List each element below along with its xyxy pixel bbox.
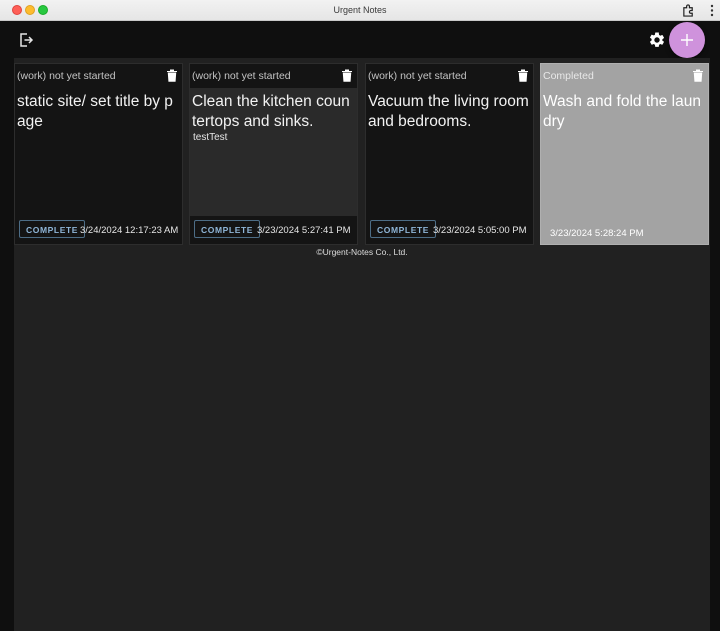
note-footer: 3/23/2024 5:28:24 PM [541,216,708,244]
note-status: (work) not yet started [192,70,291,82]
note-status: (work) not yet started [17,70,116,82]
window-titlebar: Urgent Notes [0,0,720,21]
note-header: (work) not yet started [366,64,533,88]
add-note-button[interactable] [669,22,705,58]
note-card[interactable]: (work) not yet started static site/ set … [14,63,183,245]
note-card[interactable]: (work) not yet started Clean the kitchen… [189,63,358,245]
note-body: Vacuum the living room and bedrooms. [366,88,533,217]
extension-icon[interactable] [682,4,695,17]
note-card[interactable]: (work) not yet started Vacuum the living… [365,63,534,245]
note-body: Clean the kitchen countertops and sinks.… [190,88,357,217]
note-date: 3/24/2024 12:17:23 AM [80,225,179,236]
note-title: static site/ set title by page [17,93,173,130]
note-status: Completed [543,70,594,82]
note-body: Wash and fold the laundry [541,88,708,217]
complete-button[interactable]: COMPLETE [194,220,261,238]
note-header: (work) not yet started [15,64,182,88]
copyright-text: ©Urgent-Notes Co., Ltd. [316,247,408,257]
note-card-completed[interactable]: Completed Wash and fold the laundry 3/23… [540,63,709,245]
window-title: Urgent Notes [333,5,387,15]
note-date: 3/23/2024 5:28:24 PM [550,228,644,239]
logout-icon[interactable] [18,32,34,48]
notes-board: (work) not yet started static site/ set … [14,58,710,631]
note-footer: COMPLETE 3/23/2024 5:27:41 PM [190,216,357,244]
app-toolbar [0,22,720,58]
note-title: Clean the kitchen countertops and sinks. [192,93,350,130]
note-description: testTest [193,132,228,143]
note-date: 3/23/2024 5:05:00 PM [433,225,527,236]
trash-icon[interactable] [166,69,178,82]
trash-icon[interactable] [517,69,529,82]
note-status: (work) not yet started [368,70,467,82]
gear-icon[interactable] [648,31,666,49]
complete-button[interactable]: COMPLETE [370,220,437,238]
note-header: (work) not yet started [190,64,357,88]
note-body: static site/ set title by page [15,88,182,217]
more-vertical-icon[interactable] [708,3,716,18]
note-title: Vacuum the living room and bedrooms. [368,93,529,130]
complete-button[interactable]: COMPLETE [19,220,86,238]
note-header: Completed [541,64,708,88]
plus-icon [681,34,693,46]
note-footer: COMPLETE 3/24/2024 12:17:23 AM [15,216,182,244]
note-date: 3/23/2024 5:27:41 PM [257,225,351,236]
trash-icon[interactable] [692,69,704,82]
note-title: Wash and fold the laundry [543,93,701,130]
trash-icon[interactable] [341,69,353,82]
note-footer: COMPLETE 3/23/2024 5:05:00 PM [366,216,533,244]
